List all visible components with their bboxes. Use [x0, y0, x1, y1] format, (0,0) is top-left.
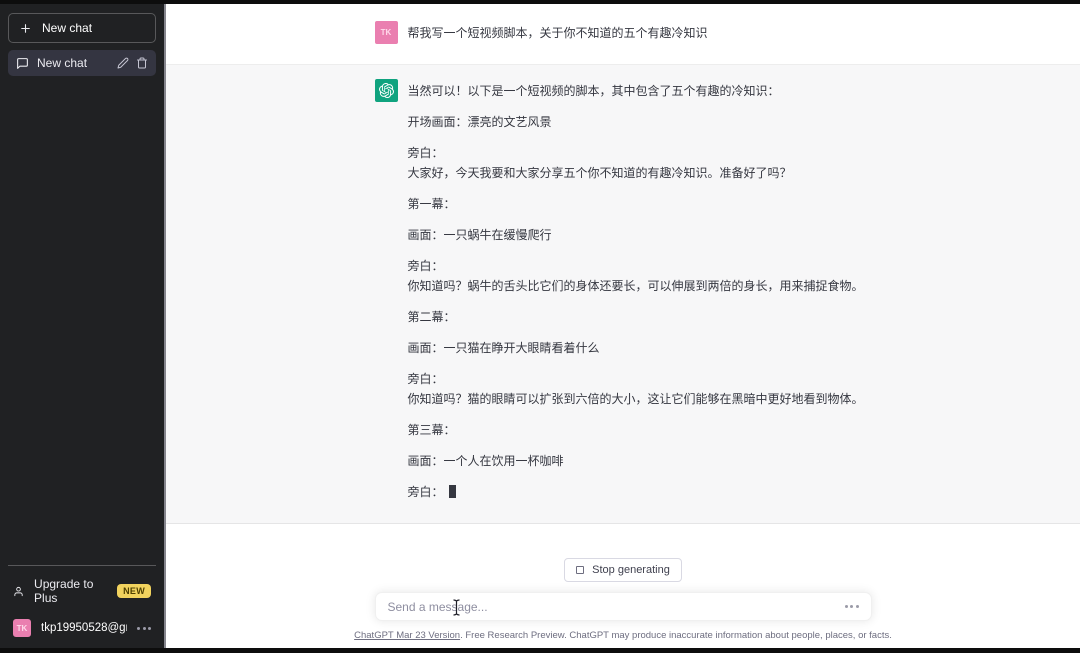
footer-disclaimer: ChatGPT Mar 23 Version. Free Research Pr…: [354, 630, 892, 641]
sidebar-spacer: [8, 76, 156, 565]
sidebar-bottom: Upgrade to Plus NEW TK tkp19950528@gmail…: [8, 565, 156, 644]
assistant-paragraph: 当然可以！以下是一个短视频的脚本，其中包含了五个有趣的冷知识：: [408, 81, 864, 101]
trash-icon[interactable]: [136, 57, 148, 69]
chat-item-actions: [117, 57, 148, 69]
assistant-paragraph: 画面：一只蜗牛在缓慢爬行: [408, 225, 864, 245]
new-chat-button-label: New chat: [42, 21, 92, 35]
stop-square-icon: [576, 566, 584, 574]
chat-bubble-icon: [16, 57, 29, 70]
assistant-paragraph: 第二幕：: [408, 307, 864, 327]
upgrade-label: Upgrade to Plus: [34, 577, 107, 605]
sidebar: New chat New chat Upgrade to Plus NEW: [0, 4, 166, 648]
user-message-row: TK 帮我写一个短视频脚本，关于你不知道的五个有趣冷知识: [166, 4, 1080, 65]
message-input[interactable]: [388, 600, 845, 614]
edit-icon[interactable]: [117, 57, 129, 69]
footer-version-link[interactable]: ChatGPT Mar 23 Version: [354, 630, 460, 641]
app-frame: New chat New chat Upgrade to Plus NEW: [0, 4, 1080, 648]
user-icon: [13, 585, 24, 598]
assistant-paragraph: 画面：一只猫在睁开大眼睛看着什么: [408, 338, 864, 358]
upgrade-to-plus-button[interactable]: Upgrade to Plus NEW: [8, 570, 156, 612]
assistant-paragraph: 旁白：你知道吗？猫的眼睛可以扩张到六倍的大小，这让它们能够在黑暗中更好地看到物体…: [408, 369, 864, 409]
account-email: tkp19950528@gmail.com: [41, 622, 127, 634]
assistant-paragraph: 第一幕：: [408, 194, 864, 214]
assistant-paragraph: 旁白：大家好，今天我要和大家分享五个你不知道的有趣冷知识。准备好了吗？: [408, 143, 864, 183]
new-badge: NEW: [117, 584, 151, 598]
chatgpt-window: New chat New chat Upgrade to Plus NEW: [0, 0, 1080, 653]
assistant-message-row: 当然可以！以下是一个短视频的脚本，其中包含了五个有趣的冷知识： 开场画面：漂亮的文…: [166, 65, 1080, 524]
chat-main: TK 帮我写一个短视频脚本，关于你不知道的五个有趣冷知识 当然可以！以下是一个短…: [166, 4, 1080, 648]
assistant-paragraph: 画面：一个人在饮用一杯咖啡: [408, 451, 864, 471]
message-input-box: [375, 592, 872, 621]
assistant-paragraph: 旁白：你知道吗？蜗牛的舌头比它们的身体还要长，可以伸展到两倍的身长，用来捕捉食物…: [408, 256, 864, 296]
user-message-text: 帮我写一个短视频脚本，关于你不知道的五个有趣冷知识: [408, 21, 708, 43]
typing-cursor: [449, 485, 456, 498]
account-row[interactable]: TK tkp19950528@gmail.com: [8, 612, 156, 644]
assistant-paragraph: 旁白：: [408, 482, 864, 502]
typing-indicator-icon: [845, 605, 859, 608]
footer-disclaimer-text: . Free Research Preview. ChatGPT may pro…: [460, 630, 892, 641]
new-chat-button[interactable]: New chat: [8, 13, 156, 43]
stop-generating-button[interactable]: Stop generating: [564, 558, 682, 582]
chat-item-label: New chat: [37, 56, 109, 70]
sidebar-chat-item[interactable]: New chat: [8, 50, 156, 76]
openai-logo-icon: [375, 79, 398, 102]
assistant-paragraph: 开场画面：漂亮的文艺风景: [408, 112, 864, 132]
stop-generating-label: Stop generating: [592, 564, 670, 576]
plus-icon: [19, 22, 32, 35]
assistant-paragraphs: 当然可以！以下是一个短视频的脚本，其中包含了五个有趣的冷知识： 开场画面：漂亮的文…: [408, 79, 864, 502]
assistant-paragraph: 第三幕：: [408, 420, 864, 440]
user-avatar: TK: [375, 21, 398, 44]
account-avatar: TK: [13, 619, 31, 637]
more-options-icon[interactable]: [137, 627, 151, 630]
composer: Stop generating ChatGPT Mar 23 Version. …: [166, 558, 1080, 648]
